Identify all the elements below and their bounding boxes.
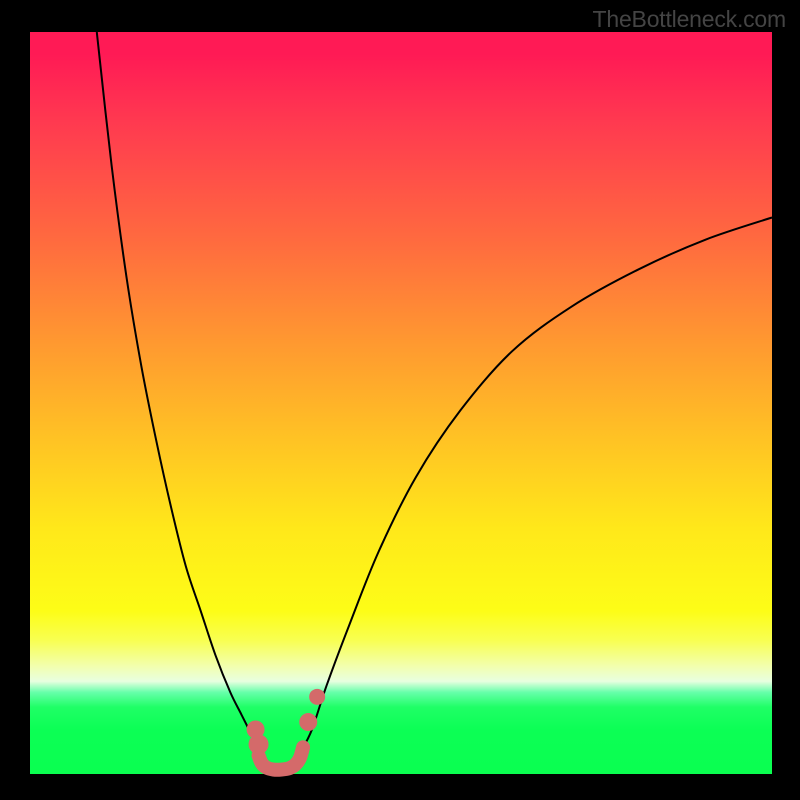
chart-marker-layer bbox=[247, 689, 326, 754]
chart-series-layer bbox=[97, 32, 772, 770]
series-right-branch bbox=[301, 218, 772, 752]
watermark-text: TheBottleneck.com bbox=[593, 6, 786, 33]
marker-right-bump-dot bbox=[309, 689, 325, 705]
marker-left-bump-mid bbox=[249, 734, 269, 754]
chart-svg bbox=[30, 32, 772, 774]
chart-plot-area bbox=[30, 32, 772, 774]
series-left-branch bbox=[97, 32, 260, 752]
chart-frame: TheBottleneck.com bbox=[0, 0, 800, 800]
marker-right-bump-high bbox=[299, 713, 317, 731]
